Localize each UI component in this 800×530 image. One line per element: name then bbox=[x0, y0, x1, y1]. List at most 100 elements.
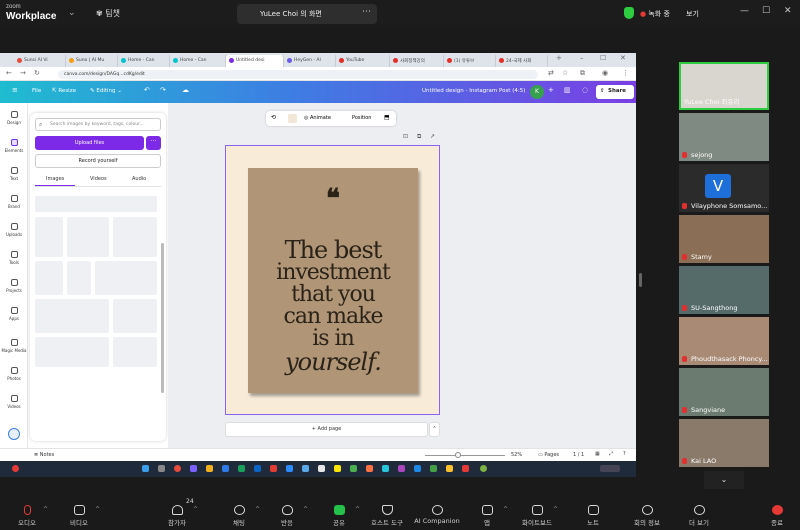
reactions-button[interactable]: 반응 ^ bbox=[262, 496, 312, 527]
animate-button[interactable]: ◎ Animate bbox=[304, 115, 331, 121]
upload-more-button[interactable]: ··· bbox=[146, 136, 161, 150]
rail-text[interactable]: Text bbox=[0, 167, 28, 181]
chevron-up-icon[interactable]: ⌃ bbox=[429, 422, 440, 437]
cloud-save-icon[interactable]: ☁ bbox=[182, 86, 189, 94]
team-chat-button[interactable]: ✾ 팀챗 bbox=[96, 8, 120, 19]
taskbar-app-icon[interactable] bbox=[190, 465, 197, 472]
rail-apps[interactable]: Apps bbox=[0, 307, 28, 321]
taskbar-app-icon[interactable] bbox=[462, 465, 469, 472]
taskbar-app-icon[interactable] bbox=[350, 465, 357, 472]
chevron-up-icon[interactable]: ^ bbox=[255, 506, 260, 513]
zoom-app-icon[interactable] bbox=[286, 465, 293, 472]
taskbar-app-icon[interactable] bbox=[480, 465, 487, 472]
position-button[interactable]: Position bbox=[352, 115, 371, 121]
pages-button[interactable]: ▭ Pages bbox=[538, 452, 559, 458]
new-tab-icon[interactable]: + bbox=[556, 54, 562, 62]
chevron-down-icon[interactable]: ⌄ bbox=[68, 8, 76, 18]
image-placeholder[interactable] bbox=[67, 261, 91, 295]
resize-button[interactable]: ⇱ Resize bbox=[52, 88, 76, 94]
expand-icon[interactable]: ↗ bbox=[430, 133, 435, 140]
browser-tab[interactable]: YouTube bbox=[336, 55, 390, 67]
whiteboard-button[interactable]: 화이트보드 ^ bbox=[512, 496, 562, 527]
duplicate-icon[interactable]: ⧉ bbox=[417, 133, 421, 141]
tab-audio[interactable]: Audio bbox=[132, 176, 146, 182]
notes-button[interactable]: ≣ Notes bbox=[34, 452, 54, 458]
taskbar-app-icon[interactable] bbox=[222, 465, 229, 472]
zoom-slider[interactable] bbox=[425, 455, 505, 456]
participant-tile[interactable]: Phoudthasack Phoncy... bbox=[679, 317, 769, 365]
rail-tools[interactable]: Tools bbox=[0, 251, 28, 265]
chevron-down-icon[interactable]: ⌄ bbox=[704, 471, 744, 489]
paint-format-icon[interactable]: ⬒ bbox=[384, 114, 390, 121]
maximize-icon[interactable]: ☐ bbox=[600, 54, 606, 62]
add-collaborator-icon[interactable]: + bbox=[548, 86, 554, 94]
folder-icon[interactable] bbox=[206, 465, 213, 472]
video-button[interactable]: 비디오 ^ bbox=[54, 496, 104, 527]
editing-mode-dropdown[interactable]: ✎ Editing ⌄ bbox=[90, 88, 122, 94]
translate-icon[interactable]: ⇄ bbox=[548, 69, 554, 77]
image-placeholder[interactable] bbox=[113, 337, 157, 367]
rail-videos[interactable]: Videos bbox=[0, 395, 28, 409]
rail-photos[interactable]: Photos bbox=[0, 367, 28, 381]
browser-tab[interactable]: 24-국제 사회 bbox=[496, 55, 548, 67]
close-icon[interactable]: ✕ bbox=[620, 54, 626, 62]
zoom-slider-handle[interactable] bbox=[455, 452, 461, 458]
analytics-icon[interactable]: ▥ bbox=[564, 86, 571, 94]
browser-tab[interactable]: Suno | AI Mu bbox=[66, 55, 118, 67]
extensions-icon[interactable]: ⧉ bbox=[580, 69, 585, 78]
image-placeholder[interactable] bbox=[113, 299, 157, 333]
reload-icon[interactable]: ↻ bbox=[34, 69, 40, 77]
rail-elements[interactable]: Elements bbox=[0, 139, 28, 153]
browser-tab-active[interactable]: Untitled desi bbox=[226, 55, 284, 67]
minimize-icon[interactable]: — bbox=[740, 6, 749, 16]
back-icon[interactable]: ← bbox=[6, 69, 12, 77]
chevron-up-icon[interactable]: ^ bbox=[193, 506, 198, 513]
apps-button[interactable]: 앱 ^ bbox=[462, 496, 512, 527]
chevron-up-icon[interactable]: ^ bbox=[553, 506, 558, 513]
close-icon[interactable]: ✕ bbox=[784, 6, 792, 16]
participant-tile[interactable]: Sangviane bbox=[679, 368, 769, 416]
meeting-info-button[interactable]: 회의 정보 bbox=[622, 496, 672, 527]
grid-view-icon[interactable]: ▦ bbox=[595, 451, 600, 457]
participant-tile[interactable]: Stamy bbox=[679, 215, 769, 263]
taskbar-app-icon[interactable] bbox=[270, 465, 277, 472]
image-placeholder[interactable] bbox=[67, 217, 109, 257]
comment-icon[interactable]: ◌ bbox=[582, 86, 588, 94]
image-placeholder[interactable] bbox=[35, 337, 109, 367]
chevron-up-icon[interactable]: ^ bbox=[43, 506, 48, 513]
browser-tab[interactable]: HeyGen - AI bbox=[284, 55, 336, 67]
chevron-up-icon[interactable]: ^ bbox=[303, 506, 308, 513]
chevron-up-icon[interactable]: ^ bbox=[503, 506, 508, 513]
image-placeholder[interactable] bbox=[113, 217, 157, 257]
participant-tile[interactable]: SU-Sangthong bbox=[679, 266, 769, 314]
rail-projects[interactable]: Projects bbox=[0, 279, 28, 293]
audio-button[interactable]: 오디오 ^ bbox=[2, 496, 52, 527]
url-field[interactable]: canva.com/design/DAGq...cdKg/edit bbox=[58, 70, 538, 79]
tab-videos[interactable]: Videos bbox=[90, 176, 107, 182]
taskbar-app-icon[interactable] bbox=[334, 465, 341, 472]
participants-button[interactable]: 참가자 24 ^ bbox=[152, 496, 202, 527]
record-yourself-button[interactable]: Record yourself bbox=[35, 154, 161, 168]
more-button[interactable]: 더 보기 bbox=[674, 496, 724, 527]
image-placeholder[interactable] bbox=[35, 217, 63, 257]
file-menu[interactable]: File bbox=[32, 88, 41, 94]
rotate-icon[interactable]: ⟲ bbox=[271, 114, 276, 121]
rail-magic-media[interactable]: Magic Media bbox=[0, 339, 28, 353]
fullscreen-icon[interactable]: ⤢ bbox=[609, 451, 613, 457]
browser-tab[interactable]: Home - Can bbox=[118, 55, 170, 67]
star-icon[interactable]: ☆ bbox=[562, 69, 568, 77]
browser-menu-icon[interactable]: ⋮ bbox=[622, 69, 629, 77]
ai-companion-button[interactable]: AI Companion bbox=[412, 496, 462, 525]
color-swatch[interactable] bbox=[288, 114, 297, 123]
taskbar-app-icon[interactable] bbox=[414, 465, 421, 472]
image-placeholder[interactable] bbox=[35, 261, 63, 295]
image-placeholder[interactable] bbox=[95, 261, 157, 295]
upload-files-button[interactable]: Upload files bbox=[35, 136, 144, 150]
rail-brand[interactable]: Brand bbox=[0, 195, 28, 209]
redo-icon[interactable]: ↷ bbox=[160, 86, 166, 94]
forward-icon[interactable]: → bbox=[20, 69, 26, 77]
lock-icon[interactable]: ⊡ bbox=[403, 133, 408, 140]
recording-status[interactable]: ● 녹화 중 bbox=[640, 9, 670, 19]
windows-start-icon[interactable] bbox=[142, 465, 149, 472]
notes-button[interactable]: 노트 bbox=[568, 496, 618, 527]
